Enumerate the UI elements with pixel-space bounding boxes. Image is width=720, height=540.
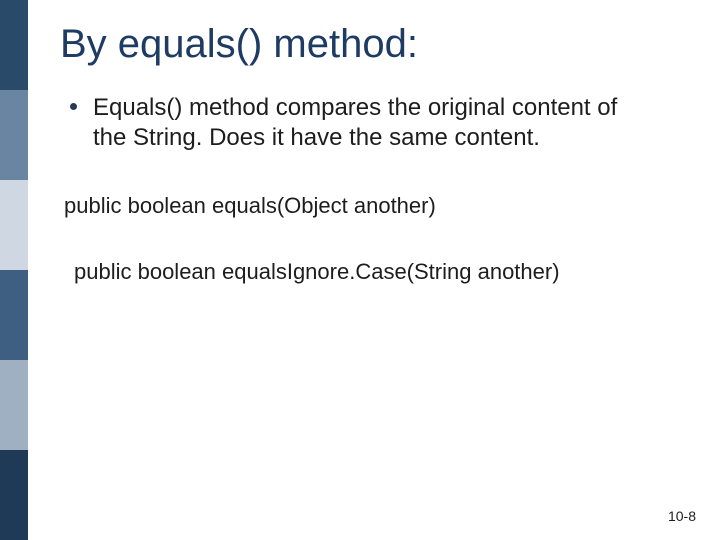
bullet-item: Equals() method compares the original co… bbox=[70, 93, 680, 153]
decorative-side-strip bbox=[0, 0, 28, 540]
slide-content: By equals() method: Equals() method comp… bbox=[60, 22, 680, 520]
code-line-2: public boolean equalsIgnore.Case(String … bbox=[74, 259, 680, 285]
page-number: 10-8 bbox=[668, 508, 696, 524]
slide-title: By equals() method: bbox=[60, 22, 680, 67]
code-line-1: public boolean equals(Object another) bbox=[64, 193, 680, 219]
bullet-dot-icon bbox=[70, 103, 77, 110]
bullet-text: Equals() method compares the original co… bbox=[93, 93, 653, 153]
